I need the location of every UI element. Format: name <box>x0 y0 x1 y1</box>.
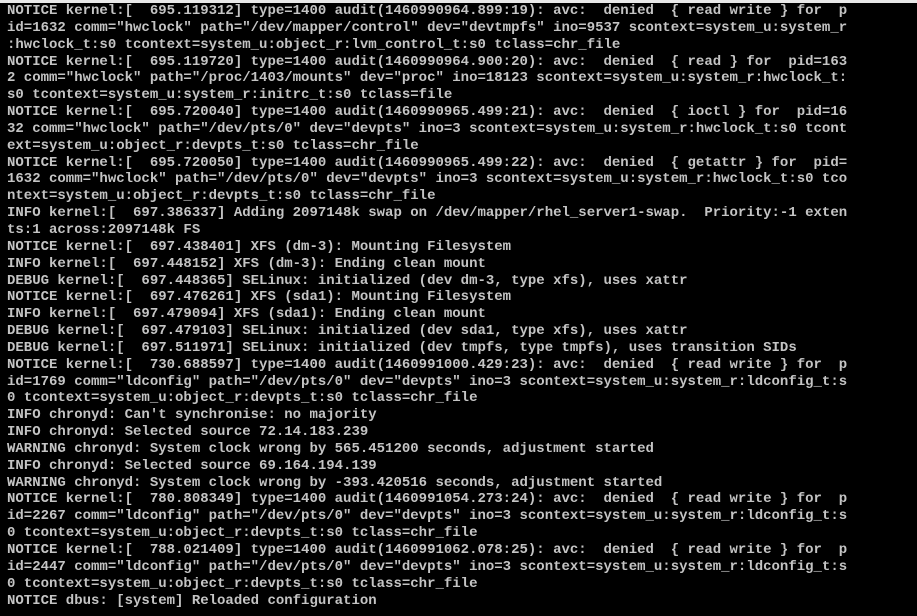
console-line: 0 tcontext=system_u:object_r:devpts_t:s0… <box>7 390 478 407</box>
console-line: DEBUG kernel:[ 697.448365] SELinux: init… <box>7 272 688 289</box>
console-line: NOTICE kernel:[ 695.720040] type=1400 au… <box>7 104 848 121</box>
console-line: NOTICE kernel:[ 695.720050] type=1400 au… <box>7 154 848 171</box>
console-line: s0 tcontext=system_u:system_r:initrc_t:s… <box>7 87 453 104</box>
console-line: INFO chronyd: Selected source 72.14.183.… <box>7 424 369 441</box>
console-line: ext=system_u:object_r:devpts_t:s0 tclass… <box>7 137 419 154</box>
console-line: NOTICE kernel:[ 788.021409] type=1400 au… <box>7 542 848 558</box>
console-line: NOTICE kernel:[ 697.476261] XFS (sda1): … <box>7 289 512 306</box>
console-line: NOTICE kernel:[ 697.438401] XFS (dm-3): … <box>7 238 512 255</box>
console-line: id=2447 comm="ldconfig" path="/dev/pts/0… <box>7 558 848 575</box>
console-line: 0 tcontext=system_u:object_r:devpts_t:s0… <box>7 575 478 592</box>
console-output[interactable]: NOTICE kernel:[ 695.119312] type=1400 au… <box>7 3 917 609</box>
console-line: NOTICE kernel:[ 780.808349] type=1400 au… <box>7 491 848 508</box>
console-line: INFO chronyd: Can't synchronise: no majo… <box>7 407 377 424</box>
console-line: 0 tcontext=system_u:object_r:devpts_t:s0… <box>7 525 478 542</box>
console-line: 1632 comm="hwclock" path="/dev/pts/0" de… <box>7 171 848 188</box>
console-line: INFO kernel:[ 697.479094] XFS (sda1): En… <box>7 306 486 323</box>
console-line: WARNING chronyd: System clock wrong by 5… <box>7 440 654 457</box>
console-line: id=1769 comm="ldconfig" path="/dev/pts/0… <box>7 373 848 390</box>
console-line: INFO chronyd: Selected source 69.164.194… <box>7 457 377 474</box>
console-line: id=1632 comm="hwclock" path="/dev/mapper… <box>7 19 848 36</box>
console-line: INFO kernel:[ 697.386337] Adding 2097148… <box>7 205 848 222</box>
console-line: NOTICE kernel:[ 695.119720] type=1400 au… <box>7 53 848 70</box>
console-line: WARNING chronyd: System clock wrong by -… <box>7 474 663 491</box>
console-line: id=2267 comm="ldconfig" path="/dev/pts/0… <box>7 508 848 525</box>
console-line: NOTICE kernel:[ 730.688597] type=1400 au… <box>7 356 848 373</box>
console-line: NOTICE kernel:[ 695.119312] type=1400 au… <box>7 3 848 19</box>
console-line: NOTICE dbus: [system] Reloaded configura… <box>7 592 377 609</box>
console-line: DEBUG kernel:[ 697.511971] SELinux: init… <box>7 339 797 356</box>
console-line: ts:1 across:2097148k FS <box>7 221 201 238</box>
console-line: INFO kernel:[ 697.448152] XFS (dm-3): En… <box>7 255 486 272</box>
console-line: ntext=system_u:object_r:devpts_t:s0 tcla… <box>7 188 436 205</box>
console-line: 2 comm="hwclock" path="/proc/1403/mounts… <box>7 70 848 87</box>
console-line: 32 comm="hwclock" path="/dev/pts/0" dev=… <box>7 120 848 137</box>
console-line: :hwclock_t:s0 tcontext=system_u:object_r… <box>7 36 621 53</box>
console-line: DEBUG kernel:[ 697.479103] SELinux: init… <box>7 323 688 340</box>
